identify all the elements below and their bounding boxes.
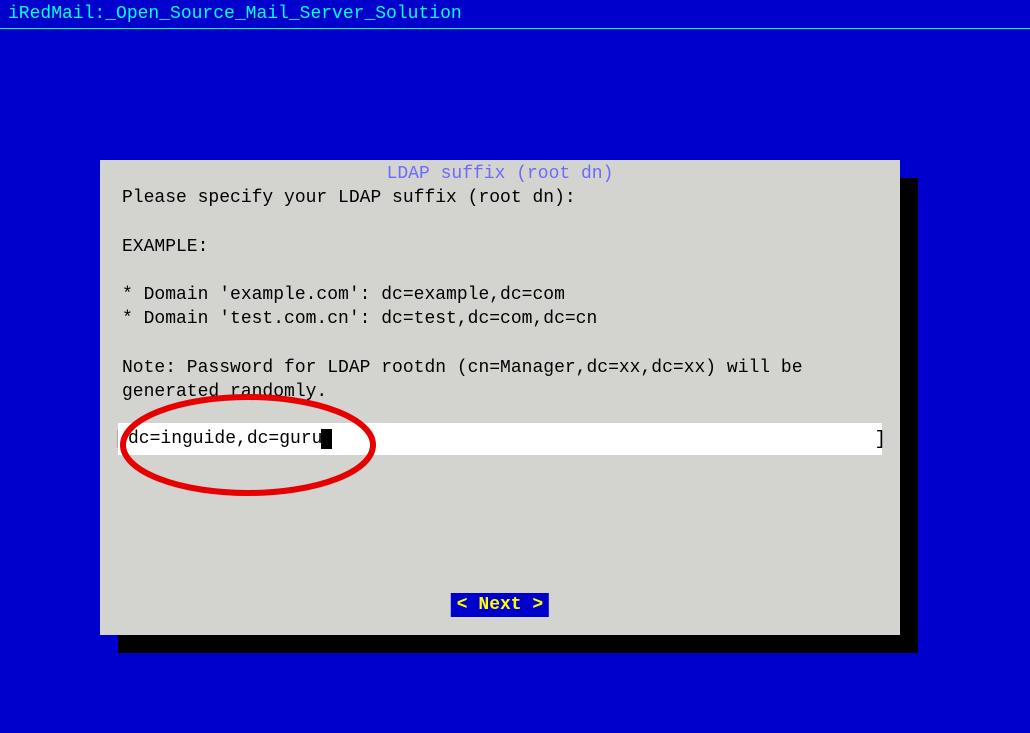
ldap-suffix-dialog: LDAP suffix (root dn) Please specify you… xyxy=(100,160,900,635)
input-wrapper: [ dc=inguide,dc=guru ] xyxy=(118,423,882,455)
text-cursor-icon xyxy=(321,429,332,449)
example-line-2: * Domain 'test.com.cn': dc=test,dc=com,d… xyxy=(122,309,597,329)
next-button[interactable]: < Next > xyxy=(451,593,549,617)
example-line-1: * Domain 'example.com': dc=example,dc=co… xyxy=(122,285,565,305)
note-text: Note: Password for LDAP rootdn (cn=Manag… xyxy=(122,358,803,402)
dialog-body: Please specify your LDAP suffix (root dn… xyxy=(100,184,900,415)
ldap-suffix-input[interactable]: dc=inguide,dc=guru xyxy=(118,423,882,455)
example-label: EXAMPLE: xyxy=(122,237,208,257)
input-value: dc=inguide,dc=guru xyxy=(128,429,322,449)
window-title: iRedMail:_Open_Source_Mail_Server_Soluti… xyxy=(0,0,1030,29)
prompt-text: Please specify your LDAP suffix (root dn… xyxy=(122,188,576,208)
dialog-title: LDAP suffix (root dn) xyxy=(100,160,900,184)
